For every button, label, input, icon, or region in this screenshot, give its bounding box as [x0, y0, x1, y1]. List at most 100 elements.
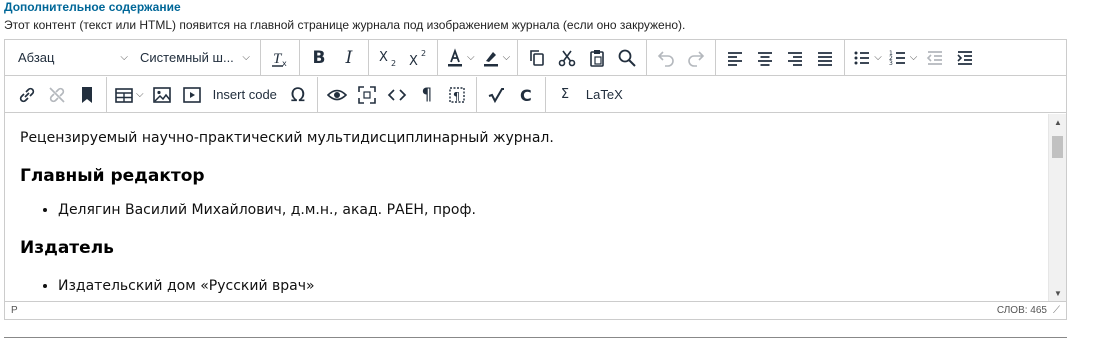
table-icon [115, 87, 133, 103]
media-button[interactable] [177, 81, 207, 109]
remove-link-button[interactable] [42, 81, 72, 109]
bullet-list-icon [854, 51, 870, 64]
clipboard-icon [590, 49, 604, 67]
align-right-icon [788, 51, 803, 66]
block-format-value: Абзац [18, 50, 55, 65]
word-count[interactable]: СЛОВ: 465 [997, 305, 1047, 316]
scroll-down-icon[interactable]: ▼ [1054, 289, 1062, 298]
show-blocks-button[interactable]: ¶ [442, 81, 472, 109]
field-label: Дополнительное содержание [4, 0, 181, 14]
scroll-up-icon[interactable]: ▲ [1054, 118, 1062, 127]
redo-button[interactable] [681, 44, 711, 72]
paste-button[interactable] [582, 44, 612, 72]
outdent-icon [927, 50, 943, 65]
chevron-down-icon: ⌵ [502, 52, 511, 63]
justify-button[interactable] [810, 44, 840, 72]
block-format-select[interactable]: Абзац ⌵ [12, 44, 134, 72]
c-letter-icon: C [520, 86, 532, 105]
vertical-scrollbar[interactable]: ▲ ▼ [1048, 114, 1066, 302]
toolbar-row-1: Абзац ⌵ Системный ш... ⌵ Tx B I X2 X2 ⌵ … [5, 40, 1066, 76]
chevron-down-icon: ⌵ [242, 52, 250, 63]
format-group: Абзац ⌵ Системный ш... ⌵ [8, 40, 261, 75]
square-root-icon [488, 87, 504, 103]
publisher-list: Издательский дом «Русский врач» [20, 278, 1033, 294]
image-button[interactable] [147, 81, 177, 109]
align-center-icon [758, 51, 773, 66]
chevron-down-icon: ⌵ [120, 52, 128, 63]
align-justify-icon [818, 51, 833, 66]
chevron-down-icon: ⌵ [467, 52, 475, 63]
latex-group: Σ LaTeX [546, 77, 633, 112]
status-right: СЛОВ: 465 ⟋ [997, 305, 1060, 316]
subscript-icon: X2 [379, 50, 396, 68]
italic-button[interactable]: I [334, 44, 364, 72]
table-button[interactable]: ⌵ [111, 81, 147, 109]
show-invisibles-button[interactable]: ¶ [412, 81, 442, 109]
resize-handle-icon[interactable]: ⟋ [1053, 305, 1060, 316]
list-item: Издательский дом «Русский врач» [58, 278, 1033, 294]
editor-content[interactable]: Рецензируемый научно-практический мульти… [5, 114, 1048, 302]
subscript-button[interactable]: X2 [373, 44, 403, 72]
unlink-icon [49, 86, 65, 103]
insert-link-button[interactable] [12, 81, 42, 109]
anchor-button[interactable] [72, 81, 102, 109]
undo-icon [658, 50, 674, 67]
latex-button[interactable]: LaTeX [580, 81, 629, 109]
indent-button[interactable] [950, 44, 980, 72]
font-family-select[interactable]: Системный ш... ⌵ [134, 44, 256, 72]
link-group [8, 77, 107, 112]
align-left-button[interactable] [720, 44, 750, 72]
numbered-list-icon: 123 [889, 50, 905, 67]
text-color-button[interactable]: ⌵ [442, 44, 478, 72]
bullet-list-button[interactable]: ⌵ [849, 44, 885, 72]
list-group: ⌵ 123 ⌵ [845, 40, 984, 75]
editor-list: Делягин Василий Михайлович, д.м.н., акад… [20, 202, 1033, 218]
highlight-color-button[interactable]: ⌵ [478, 44, 514, 72]
image-icon [152, 86, 171, 103]
numbered-list-button[interactable]: 123 ⌵ [885, 44, 921, 72]
play-icon [182, 86, 201, 103]
insert-code-button[interactable]: Insert code [207, 81, 283, 109]
search-icon [618, 49, 636, 67]
element-path[interactable]: P [11, 305, 18, 316]
link-icon [19, 87, 35, 102]
rich-text-editor: Абзац ⌵ Системный ш... ⌵ Tx B I X2 X2 ⌵ … [4, 39, 1067, 320]
scrollbar-thumb[interactable] [1052, 136, 1063, 158]
list-item: Делягин Василий Михайлович, д.м.н., акад… [58, 202, 1033, 218]
svg-text:x: x [282, 59, 287, 68]
special-character-button[interactable]: Ω [283, 81, 313, 109]
svg-text:2: 2 [421, 49, 426, 58]
fullscreen-button[interactable] [352, 81, 382, 109]
insert-group: ⌵ Insert code Ω [107, 77, 318, 112]
chemistry-button[interactable]: C [511, 81, 541, 109]
find-replace-button[interactable] [612, 44, 642, 72]
align-center-button[interactable] [750, 44, 780, 72]
bold-button[interactable]: B [304, 44, 334, 72]
align-left-icon [728, 51, 743, 66]
svg-text:3: 3 [889, 60, 893, 67]
fullscreen-icon [358, 85, 376, 104]
align-right-button[interactable] [780, 44, 810, 72]
chevron-down-icon: ⌵ [874, 52, 882, 63]
preview-button[interactable] [322, 81, 352, 109]
svg-text:C: C [520, 86, 532, 105]
field-description: Этот контент (текст или HTML) появится н… [4, 18, 686, 32]
copy-button[interactable] [522, 44, 552, 72]
intro-paragraph: Рецензируемый научно-практический мульти… [20, 130, 554, 146]
outdent-button[interactable] [920, 44, 950, 72]
heading-publisher: Издатель [20, 238, 114, 258]
undo-button[interactable] [651, 44, 681, 72]
color-group: ⌵ ⌵ [438, 40, 519, 75]
svg-text:2: 2 [391, 59, 396, 68]
scissors-icon [558, 50, 576, 66]
clear-group: Tx [261, 40, 300, 75]
status-bar: P СЛОВ: 465 ⟋ [5, 301, 1066, 319]
source-code-button[interactable] [382, 81, 412, 109]
math-root-button[interactable] [481, 81, 511, 109]
superscript-button[interactable]: X2 [403, 44, 433, 72]
toolbar-row-2: ⌵ Insert code Ω ¶ ¶ C Σ LaTeX [5, 77, 1066, 113]
eye-icon [326, 89, 347, 100]
clear-formatting-button[interactable]: Tx [265, 44, 295, 72]
sigma-button[interactable]: Σ [550, 81, 580, 109]
cut-button[interactable] [552, 44, 582, 72]
